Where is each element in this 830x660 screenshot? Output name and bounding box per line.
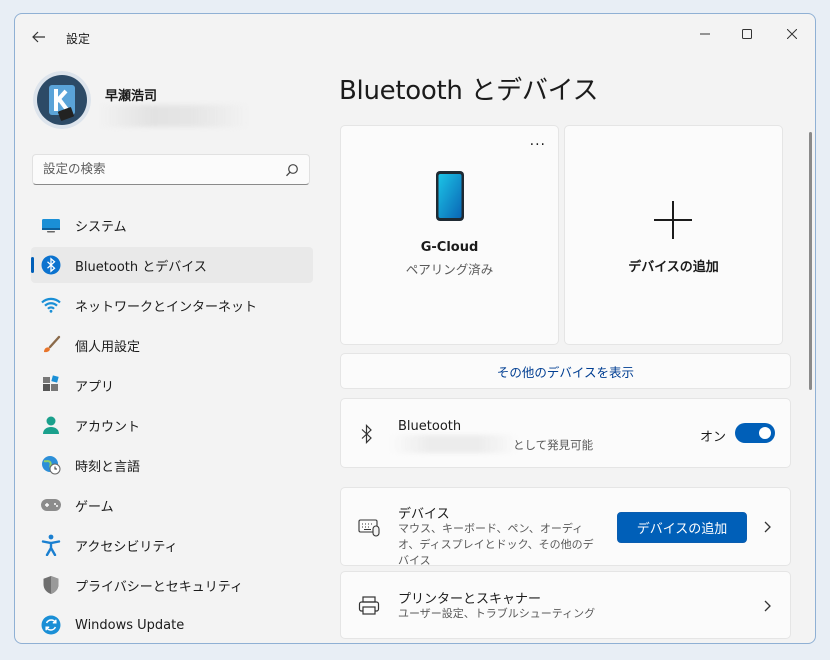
printers-subtitle: ユーザー設定、トラブルシューティング	[398, 607, 596, 620]
update-icon	[40, 614, 62, 636]
page-title: Bluetooth とデバイス	[339, 76, 599, 106]
avatar[interactable]	[33, 71, 91, 129]
sidebar-item-apps[interactable]: アプリ	[31, 367, 313, 403]
sidebar-nav: システム Bluetooth とデバイス ネットワークとインターネット 個人用設…	[31, 207, 313, 643]
device-status: ペアリング済み	[405, 262, 494, 277]
add-device-button[interactable]: デバイスの追加	[617, 512, 747, 543]
sidebar-item-bluetooth[interactable]: Bluetooth とデバイス	[31, 247, 313, 283]
title-bar: 設定	[15, 14, 815, 60]
keyboard-mouse-icon	[358, 519, 380, 537]
sidebar-item-label: アプリ	[75, 379, 115, 395]
bluetooth-toggle[interactable]	[735, 423, 775, 443]
sidebar-item-time-language[interactable]: 時刻と言語	[31, 447, 313, 483]
phone-icon	[436, 171, 464, 221]
close-icon	[787, 29, 797, 39]
sidebar-item-privacy[interactable]: プライバシーとセキュリティ	[31, 567, 313, 603]
paired-device-card[interactable]: ··· G-Cloud ペアリング済み	[340, 125, 559, 345]
shield-icon	[40, 574, 62, 596]
sidebar-item-accounts[interactable]: アカウント	[31, 407, 313, 443]
toggle-knob	[759, 427, 771, 439]
add-device-card[interactable]: デバイスの追加	[564, 125, 783, 345]
back-arrow-icon	[32, 31, 45, 43]
maximize-button[interactable]	[727, 20, 767, 48]
devices-subtitle: マウス、キーボード、ペン、オーディオ、ディスプレイとドック、その他のデバイス	[398, 522, 594, 567]
sidebar-item-label: 時刻と言語	[75, 459, 141, 475]
sidebar-item-label: 個人用設定	[75, 339, 141, 355]
bluetooth-title: Bluetooth	[398, 419, 462, 434]
apps-icon	[40, 374, 62, 396]
maximize-icon	[742, 29, 752, 39]
sidebar-item-label: システム	[75, 219, 127, 235]
sidebar-item-windows-update[interactable]: Windows Update	[31, 607, 313, 643]
user-email-redacted	[99, 105, 249, 127]
accessibility-icon	[40, 534, 62, 556]
minimize-icon	[700, 33, 710, 35]
devices-row[interactable]: デバイス マウス、キーボード、ペン、オーディオ、ディスプレイとドック、その他のデ…	[340, 487, 791, 567]
sidebar-item-label: プライバシーとセキュリティ	[75, 579, 243, 595]
toggle-state-label: オン	[700, 430, 727, 445]
view-more-devices-link[interactable]: その他のデバイスを表示	[340, 353, 791, 389]
sidebar-item-label: Windows Update	[75, 617, 185, 633]
add-device-label: デバイスの追加	[628, 260, 719, 275]
sidebar-item-label: アカウント	[75, 419, 141, 435]
account-icon	[40, 414, 62, 436]
wifi-icon	[40, 294, 62, 316]
chevron-right-icon[interactable]	[761, 599, 773, 613]
scrollbar[interactable]	[809, 132, 812, 390]
discoverable-text: として発見可能	[513, 438, 594, 452]
user-name: 早瀬浩司	[105, 89, 158, 104]
chevron-right-icon[interactable]	[761, 520, 773, 534]
gamepad-icon	[40, 494, 62, 516]
device-name: G-Cloud	[420, 240, 479, 255]
search-icon[interactable]	[285, 163, 299, 177]
printer-icon	[358, 596, 380, 615]
settings-window: 設定 早瀬浩司 システム	[14, 13, 816, 644]
search-box[interactable]	[32, 154, 310, 185]
sidebar-item-label: ゲーム	[75, 499, 114, 515]
bluetooth-icon	[361, 424, 372, 444]
sidebar-item-accessibility[interactable]: アクセシビリティ	[31, 527, 313, 563]
sidebar-item-system[interactable]: システム	[31, 207, 313, 243]
minimize-button[interactable]	[685, 20, 725, 48]
printers-scanners-row[interactable]: プリンターとスキャナー ユーザー設定、トラブルシューティング	[340, 571, 791, 639]
sidebar-item-label: Bluetooth とデバイス	[75, 259, 207, 275]
sidebar-item-label: アクセシビリティ	[75, 539, 178, 555]
device-name-redacted	[391, 435, 517, 453]
bluetooth-icon	[40, 254, 62, 276]
bluetooth-row: Bluetooth として発見可能 オン	[340, 398, 791, 468]
sidebar-item-personalization[interactable]: 個人用設定	[31, 327, 313, 363]
system-icon	[40, 214, 62, 236]
more-options-button[interactable]: ···	[530, 138, 546, 152]
avatar-image-icon	[33, 71, 91, 129]
paintbrush-icon	[40, 334, 62, 356]
printers-title: プリンターとスキャナー	[398, 592, 542, 607]
search-input[interactable]	[43, 161, 273, 176]
sidebar-item-gaming[interactable]: ゲーム	[31, 487, 313, 523]
plus-icon	[654, 201, 692, 239]
devices-title: デバイス	[398, 507, 450, 522]
globe-clock-icon	[40, 454, 62, 476]
window-title: 設定	[66, 32, 91, 46]
back-button[interactable]	[27, 26, 51, 48]
close-button[interactable]	[772, 20, 812, 48]
sidebar-item-network[interactable]: ネットワークとインターネット	[31, 287, 313, 323]
sidebar-item-label: ネットワークとインターネット	[75, 299, 258, 315]
